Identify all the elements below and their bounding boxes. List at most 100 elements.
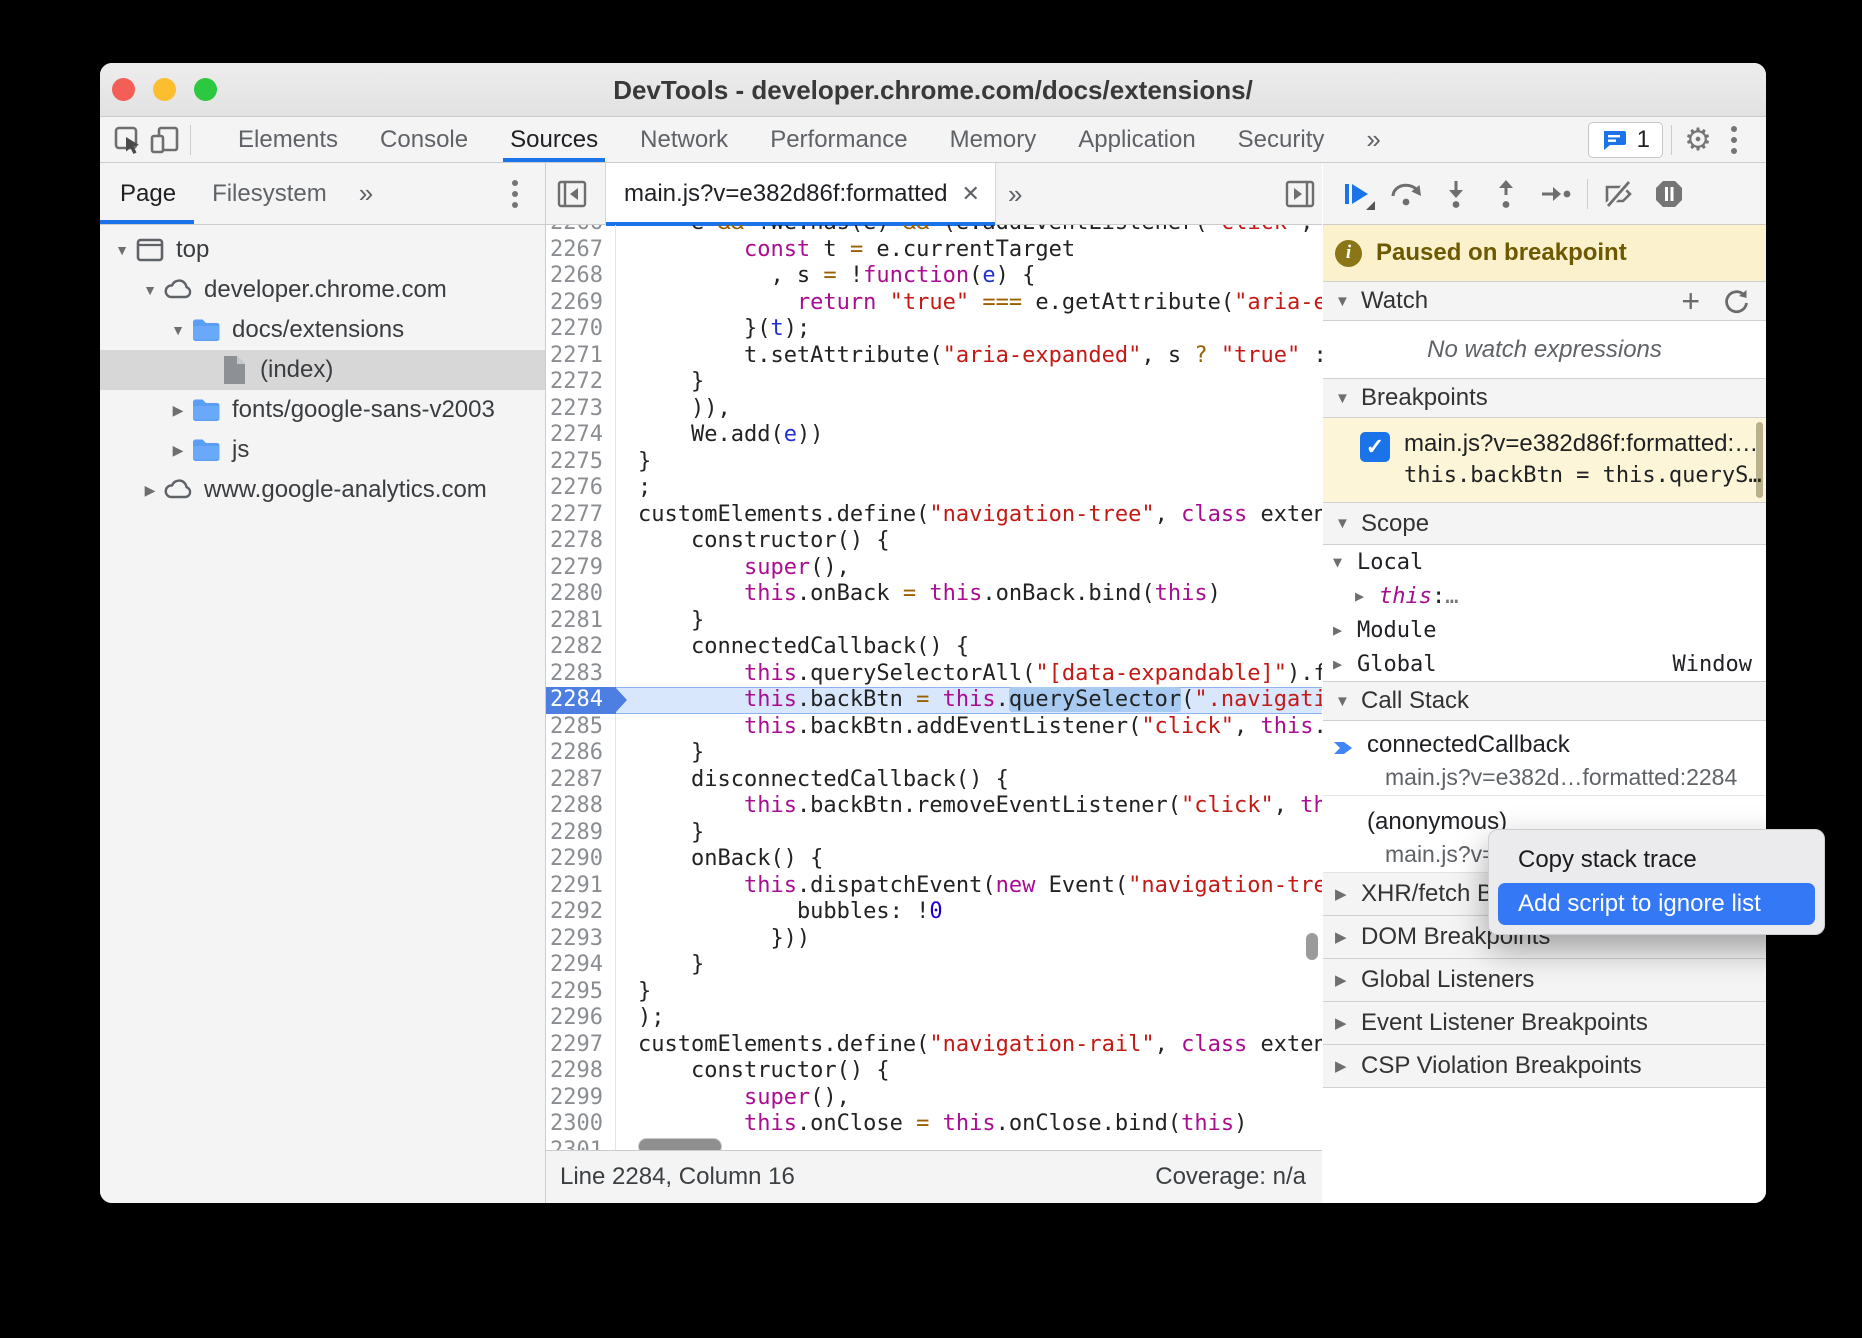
tree-item-js[interactable]: ▶js — [100, 430, 545, 470]
section-breakpoints[interactable]: ▼ Breakpoints — [1323, 378, 1766, 418]
scope-row-this[interactable]: ▶this: … — [1323, 579, 1766, 613]
line-number[interactable]: 2278 — [546, 528, 616, 555]
code-text[interactable]: } — [616, 369, 1322, 396]
code-text[interactable]: this.onBack = this.onBack.bind(this) — [616, 581, 1322, 608]
code-text[interactable]: ); — [616, 1005, 1322, 1032]
code-text[interactable]: )), — [616, 396, 1322, 423]
settings-gear-icon[interactable]: ⚙ — [1680, 122, 1716, 158]
scope-row-global[interactable]: ▶GlobalWindow — [1323, 647, 1766, 681]
execution-line-number[interactable]: 2284 — [546, 687, 616, 714]
section-scope[interactable]: ▼ Scope — [1323, 502, 1766, 545]
line-number[interactable]: 2292 — [546, 899, 616, 926]
code-text[interactable]: e && !We.has(e) && (e.addEventListener("… — [616, 225, 1322, 237]
line-number[interactable]: 2298 — [546, 1058, 616, 1085]
triangle-right-icon[interactable]: ▶ — [166, 402, 190, 419]
code-text[interactable]: We.add(e)) — [616, 422, 1322, 449]
tab-memory[interactable]: Memory — [929, 117, 1058, 162]
tree-item-www-google-analytics-com[interactable]: ▶www.google-analytics.com — [100, 470, 545, 510]
section-event-listener-breakpoints[interactable]: ▶Event Listener Breakpoints — [1323, 1002, 1766, 1045]
line-number[interactable]: 2283 — [546, 661, 616, 688]
line-number[interactable]: 2294 — [546, 952, 616, 979]
code-text[interactable]: customElements.define("navigation-tree",… — [616, 502, 1322, 529]
line-number[interactable]: 2290 — [546, 846, 616, 873]
line-number[interactable]: 2288 — [546, 793, 616, 820]
deactivate-breakpoints-button[interactable] — [1594, 174, 1644, 214]
code-text[interactable]: , s = !function(e) { — [616, 263, 1322, 290]
line-number[interactable]: 2300 — [546, 1111, 616, 1138]
tree-item-docs-extensions[interactable]: ▼docs/extensions — [100, 310, 545, 350]
line-number[interactable]: 2282 — [546, 634, 616, 661]
line-number[interactable]: 2268 — [546, 263, 616, 290]
triangle-down-icon[interactable]: ▼ — [110, 242, 134, 258]
tree-item--index-[interactable]: (index) — [100, 350, 545, 390]
step-over-button[interactable] — [1381, 174, 1431, 214]
line-number[interactable]: 2267 — [546, 237, 616, 264]
step-into-button[interactable] — [1431, 174, 1481, 214]
line-number[interactable]: 2274 — [546, 422, 616, 449]
code-text[interactable]: disconnectedCallback() { — [616, 767, 1322, 794]
line-number[interactable]: 2285 — [546, 714, 616, 741]
code-text[interactable]: onBack() { — [616, 846, 1322, 873]
code-text[interactable]: bubbles: !0 — [616, 899, 1322, 926]
code-text[interactable]: constructor() { — [616, 528, 1322, 555]
more-options-icon[interactable] — [1716, 126, 1752, 154]
code-text[interactable]: connectedCallback() { — [616, 634, 1322, 661]
line-number[interactable]: 2297 — [546, 1032, 616, 1059]
code-text[interactable]: } — [616, 979, 1322, 1006]
code-text[interactable]: this.dispatchEvent(new Event("navigation… — [616, 873, 1322, 900]
tab-network[interactable]: Network — [619, 117, 749, 162]
code-text[interactable]: })) — [616, 926, 1322, 953]
scope-row-module[interactable]: ▶Module — [1323, 613, 1766, 647]
menu-item-copy-stack-trace[interactable]: Copy stack trace — [1489, 838, 1824, 882]
code-text[interactable]: const t = e.currentTarget — [616, 237, 1322, 264]
code-text[interactable]: t.setAttribute("aria-expanded", s ? "tru… — [616, 343, 1322, 370]
line-number[interactable]: 2295 — [546, 979, 616, 1006]
tab-sources[interactable]: Sources — [489, 117, 619, 162]
scope-row-local[interactable]: ▼Local — [1323, 545, 1766, 579]
line-number[interactable]: 2287 — [546, 767, 616, 794]
panel-scrollbar[interactable] — [1756, 422, 1763, 498]
code-text[interactable]: constructor() { — [616, 1058, 1322, 1085]
line-number[interactable]: 2296 — [546, 1005, 616, 1032]
line-number[interactable]: 2269 — [546, 290, 616, 317]
tree-item-developer-chrome-com[interactable]: ▼developer.chrome.com — [100, 270, 545, 310]
console-messages-button[interactable]: 1 — [1588, 122, 1663, 158]
line-number[interactable]: 2273 — [546, 396, 616, 423]
file-tab-main-js[interactable]: main.js?v=e382d86f:formatted ✕ — [605, 163, 996, 225]
line-number[interactable]: 2293 — [546, 926, 616, 953]
line-number[interactable]: 2289 — [546, 820, 616, 847]
triangle-right-icon[interactable]: ▶ — [1333, 655, 1357, 673]
breakpoint-entry[interactable]: ✓ main.js?v=e382d86f:formatted:… this.ba… — [1323, 418, 1766, 502]
triangle-right-icon[interactable]: ▶ — [166, 442, 190, 459]
code-text[interactable]: this.backBtn.removeEventListener("click"… — [616, 793, 1322, 820]
triangle-down-icon[interactable]: ▼ — [138, 282, 162, 298]
code-text[interactable]: super(), — [616, 555, 1322, 582]
code-text[interactable]: }(t); — [616, 316, 1322, 343]
tab-page[interactable]: Page — [102, 163, 194, 224]
triangle-right-icon[interactable]: ▶ — [1355, 587, 1379, 605]
line-number[interactable]: 2275 — [546, 449, 616, 476]
step-out-button[interactable] — [1481, 174, 1531, 214]
tab-console[interactable]: Console — [359, 117, 489, 162]
triangle-down-icon[interactable]: ▼ — [1333, 553, 1357, 571]
code-text[interactable]: this.onClose = this.onClose.bind(this) — [616, 1111, 1322, 1138]
line-number[interactable]: 2301 — [546, 1138, 616, 1151]
code-text[interactable]: } — [616, 449, 1322, 476]
tab-elements[interactable]: Elements — [217, 117, 359, 162]
line-number[interactable]: 2279 — [546, 555, 616, 582]
device-toolbar-icon[interactable] — [146, 122, 182, 158]
add-watch-icon[interactable]: + — [1681, 285, 1700, 317]
section-csp-violation-breakpoints[interactable]: ▶CSP Violation Breakpoints — [1323, 1045, 1766, 1088]
line-number[interactable]: 2270 — [546, 316, 616, 343]
inspect-element-icon[interactable] — [110, 122, 146, 158]
code-text[interactable]: customElements.define("navigation-rail",… — [616, 1032, 1322, 1059]
code-text[interactable]: } — [616, 952, 1322, 979]
menu-item-add-script-to-ignore-list[interactable]: Add script to ignore list — [1498, 883, 1815, 925]
code-text[interactable]: this.backBtn = this.querySelector(".navi… — [616, 687, 1322, 714]
code-text[interactable]: this.backBtn.addEventListener("click", t… — [616, 714, 1322, 741]
section-call-stack[interactable]: ▼ Call Stack — [1323, 681, 1766, 721]
line-number[interactable]: 2276 — [546, 475, 616, 502]
pause-on-exceptions-button[interactable] — [1644, 174, 1694, 214]
tree-item-top[interactable]: ▼top — [100, 230, 545, 270]
tree-item-fonts-google-sans-v2003[interactable]: ▶fonts/google-sans-v2003 — [100, 390, 545, 430]
